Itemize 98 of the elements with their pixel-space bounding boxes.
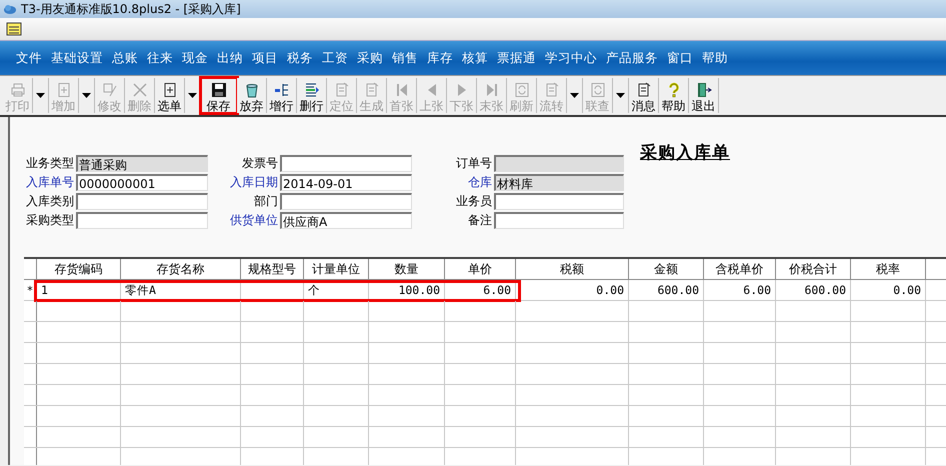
toolbar-button[interactable]: 删行 (297, 78, 327, 113)
column-header[interactable]: 计量单位 (304, 259, 369, 279)
table-cell: 6.00 (743, 283, 771, 297)
caret-icon (188, 93, 197, 98)
menu-item[interactable]: 帮助 (702, 50, 728, 66)
menu-item[interactable]: 产品服务 (606, 50, 658, 66)
column-header[interactable]: 单价 (445, 259, 516, 279)
menu-item[interactable]: 核算 (462, 50, 488, 66)
field-label: 入库类别 (25, 193, 74, 210)
field-label: 发票号 (241, 155, 278, 172)
column-header[interactable]: 税额 (516, 259, 629, 279)
input-field[interactable] (494, 155, 624, 172)
window-title: T3-用友通标准版10.8plus2 - [采购入库] (21, 0, 241, 18)
input-field[interactable] (494, 193, 624, 210)
menu-item[interactable]: 窗口 (667, 50, 693, 66)
door-icon (696, 82, 712, 98)
caret-icon (82, 93, 91, 98)
menu-item[interactable]: 票据通 (497, 50, 536, 66)
input-field[interactable] (494, 212, 624, 229)
caret-icon (36, 93, 45, 98)
table-cell: 600.00 (657, 283, 699, 297)
input-field[interactable]: 供应商A (280, 212, 412, 229)
plus-icon (56, 82, 72, 98)
menu-item[interactable]: 往来 (147, 50, 173, 66)
column-header[interactable]: 价税合计 (776, 259, 851, 279)
doc-icon (334, 82, 350, 98)
column-header[interactable]: 含税单价 (704, 259, 776, 279)
doc-icon (364, 82, 380, 98)
field-label: 部门 (253, 193, 278, 210)
field-label: 入库日期 (229, 174, 278, 191)
input-field[interactable] (280, 155, 412, 172)
doc-icon (636, 82, 652, 98)
refresh-icon (514, 82, 530, 98)
field-label: 入库单号 (25, 174, 74, 191)
cross-icon (132, 82, 148, 98)
menu-item[interactable]: 基础设置 (51, 50, 103, 66)
input-field[interactable] (76, 212, 208, 229)
toolbar-button[interactable]: 保存 (201, 78, 237, 113)
plus-icon (162, 82, 178, 98)
input-field[interactable]: 普通采购 (76, 155, 208, 172)
toolbar-button[interactable]: 帮助 (659, 78, 689, 113)
refresh-icon (590, 82, 606, 98)
caret-icon (616, 93, 625, 98)
field-label: 仓库 (467, 174, 492, 191)
input-field[interactable]: 材料库 (494, 174, 624, 191)
column-header[interactable]: 存货名称 (121, 259, 241, 279)
printer-icon (10, 82, 26, 98)
dropdown-button[interactable] (613, 78, 629, 113)
field-label: 供货单位 (229, 212, 278, 229)
toolbar-button[interactable]: 退出 (689, 78, 719, 113)
input-field[interactable]: 0000000001 (76, 174, 208, 191)
bin-icon (244, 82, 260, 98)
caret-icon (570, 93, 579, 98)
table-cell: 1 (41, 283, 48, 297)
menu-item[interactable]: 总账 (112, 50, 138, 66)
input-field[interactable] (280, 193, 412, 210)
menu-item[interactable]: 采购 (357, 50, 383, 66)
menu-item[interactable]: 学习中心 (545, 50, 597, 66)
pencil-icon (102, 82, 118, 98)
column-header[interactable]: 存货编码 (37, 259, 121, 279)
field-label: 订单号 (455, 155, 492, 172)
table-cell: 零件A (125, 283, 156, 297)
menu-item[interactable]: 销售 (392, 50, 418, 66)
menu-item[interactable]: 出纳 (217, 50, 243, 66)
table-cell: 6.00 (483, 283, 511, 297)
dropdown-button[interactable] (33, 78, 49, 113)
menu-item[interactable]: 库存 (427, 50, 453, 66)
column-header[interactable]: 金额 (629, 259, 704, 279)
toolbar-button[interactable]: 消息 (629, 78, 659, 113)
table-cell: 0.00 (893, 283, 921, 297)
dropdown-button[interactable] (79, 78, 95, 113)
field-label: 采购类型 (25, 212, 74, 229)
toolbar-button[interactable]: 放弃 (237, 78, 267, 113)
cloud-icon (3, 3, 17, 15)
doc-icon (544, 82, 560, 98)
toolbar-button[interactable]: 增行 (267, 78, 297, 113)
toolbar-button[interactable]: 选单 (155, 78, 185, 113)
menu-item[interactable]: 项目 (252, 50, 278, 66)
input-field[interactable]: 2014-09-01 (280, 174, 412, 191)
dropdown-button[interactable] (567, 78, 583, 113)
row-marker: * (27, 284, 33, 296)
menu-item[interactable]: 文件 (16, 50, 42, 66)
menu-item[interactable]: 税务 (287, 50, 313, 66)
table-cell: 600.00 (804, 283, 846, 297)
column-header[interactable]: 规格型号 (241, 259, 304, 279)
column-header[interactable]: 数量 (369, 259, 445, 279)
menu-item[interactable]: 工资 (322, 50, 348, 66)
menu-item[interactable]: 现金 (182, 50, 208, 66)
field-label: 业务类型 (25, 155, 74, 172)
form-title: 采购入库单 (640, 142, 730, 164)
table-cell: 100.00 (398, 283, 440, 297)
table-cell: 个 (308, 283, 320, 297)
field-label: 备注 (467, 212, 492, 229)
field-label: 业务员 (455, 193, 492, 210)
notepad-icon[interactable] (6, 22, 22, 36)
table-cell: 0.00 (596, 283, 624, 297)
input-field[interactable] (76, 193, 208, 210)
column-header[interactable]: 税率 (851, 259, 926, 279)
